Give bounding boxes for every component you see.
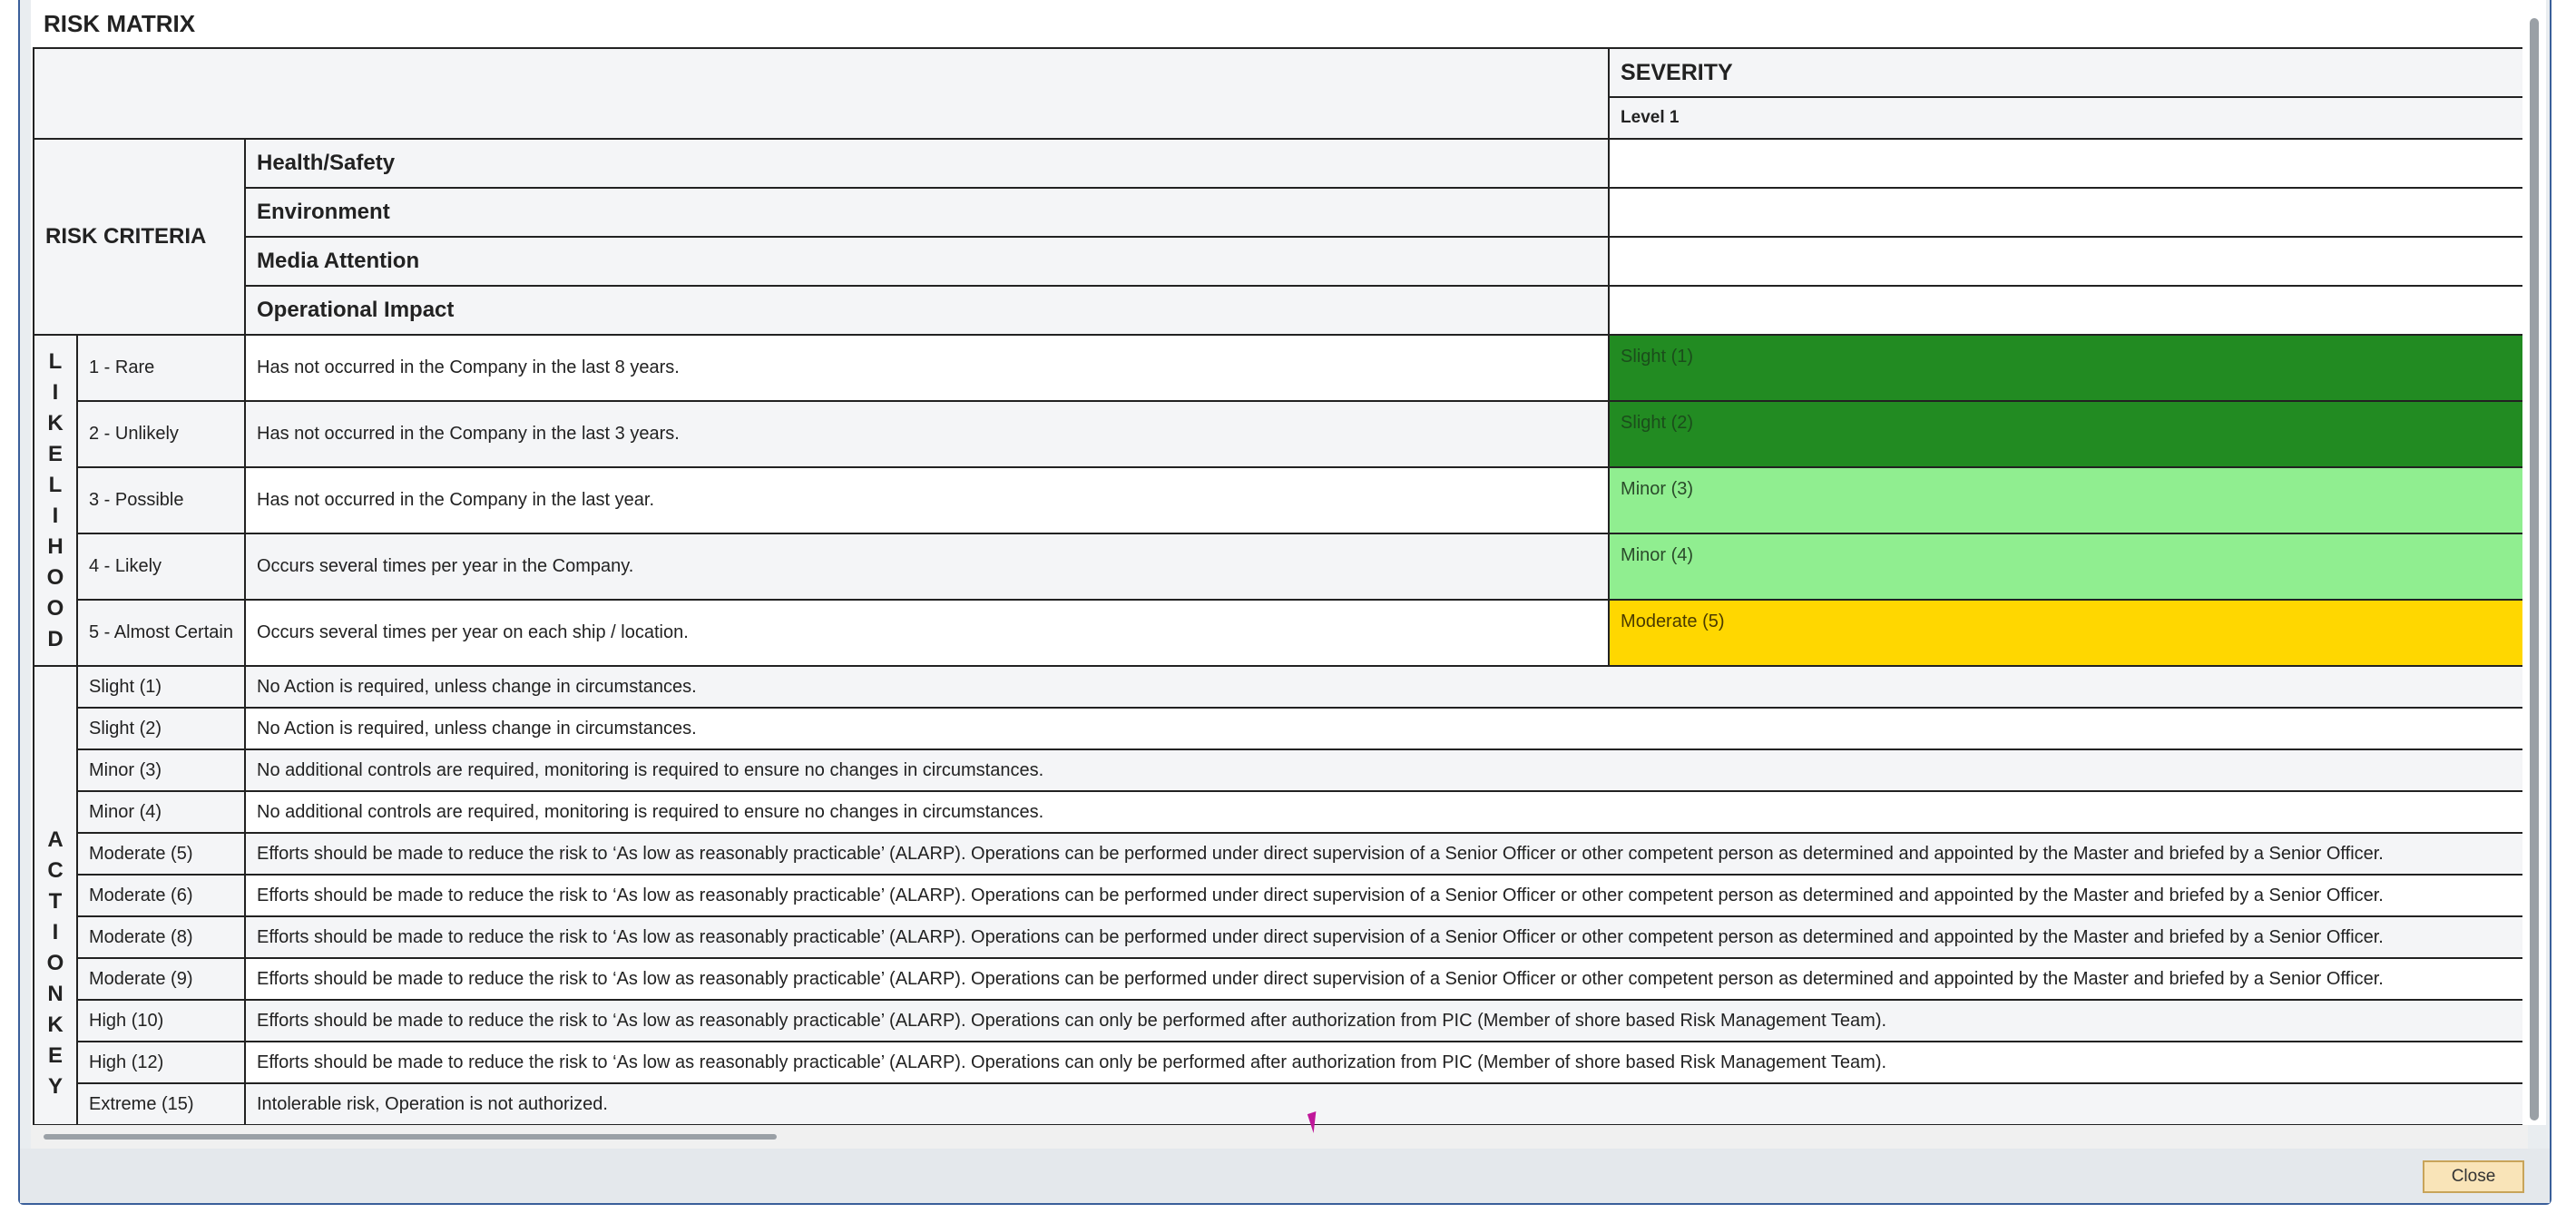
- action-description: Efforts should be made to reduce the ris…: [243, 957, 2528, 1001]
- likelihood-description: Has not occurred in the Company in the l…: [243, 400, 1611, 468]
- criteria-item: Operational Impact: [243, 285, 1611, 336]
- action-level: Slight (1): [76, 665, 246, 709]
- criteria-item: Health/Safety: [243, 138, 1611, 189]
- action-description: No Action is required, unless change in …: [243, 665, 2528, 709]
- risk-cell: Minor (4): [1608, 533, 2528, 601]
- action-key-vertical-text: ACTIONKEY: [46, 827, 64, 1099]
- action-description: No additional controls are required, mon…: [243, 790, 2528, 834]
- action-level: Moderate (6): [76, 874, 246, 917]
- action-key-label: ACTIONKEY: [33, 665, 78, 1125]
- action-description: Intolerable risk, Operation is not autho…: [243, 1082, 2528, 1125]
- risk-matrix-table: SEVERITY Level 1 RISK CRITERIA Health/Sa…: [32, 47, 2528, 1125]
- vertical-scrollbar[interactable]: [2522, 0, 2546, 1125]
- likelihood-level: 5 - Almost Certain: [76, 599, 246, 667]
- dialog-content: RISK MATRIX SEVERITY Level 1 RISK CRITER…: [31, 0, 2528, 1125]
- criteria-item: Environment: [243, 187, 1611, 238]
- likelihood-vertical-text: LIKELIHOOD: [46, 348, 64, 651]
- action-level: Moderate (9): [76, 957, 246, 1001]
- vertical-scrollbar-thumb[interactable]: [2530, 18, 2539, 1120]
- criteria-severity-cell: [1608, 285, 2528, 336]
- criteria-item: Media Attention: [243, 236, 1611, 287]
- likelihood-level: 1 - Rare: [76, 334, 246, 402]
- likelihood-label: LIKELIHOOD: [33, 334, 78, 667]
- dialog-footer: Close: [20, 1149, 2550, 1203]
- action-description: Efforts should be made to reduce the ris…: [243, 832, 2528, 876]
- risk-cell: Slight (2): [1608, 400, 2528, 468]
- severity-level: Level 1: [1608, 96, 2528, 140]
- horizontal-scrollbar[interactable]: [31, 1125, 2528, 1149]
- likelihood-description: Has not occurred in the Company in the l…: [243, 334, 1611, 402]
- likelihood-description: Has not occurred in the Company in the l…: [243, 466, 1611, 534]
- action-description: Efforts should be made to reduce the ris…: [243, 915, 2528, 959]
- criteria-severity-cell: [1608, 236, 2528, 287]
- horizontal-scrollbar-thumb[interactable]: [44, 1134, 777, 1140]
- criteria-severity-cell: [1608, 187, 2528, 238]
- action-level: High (12): [76, 1041, 246, 1084]
- action-level: Moderate (5): [76, 832, 246, 876]
- risk-matrix-dialog: RISK MATRIX SEVERITY Level 1 RISK CRITER…: [18, 0, 2552, 1205]
- severity-header: SEVERITY: [1608, 47, 2528, 98]
- action-level: Slight (2): [76, 707, 246, 750]
- action-level: High (10): [76, 999, 246, 1042]
- likelihood-description: Occurs several times per year in the Com…: [243, 533, 1611, 601]
- risk-cell: Moderate (5): [1608, 599, 2528, 667]
- risk-criteria-label: RISK CRITERIA: [33, 138, 246, 336]
- likelihood-level: 3 - Possible: [76, 466, 246, 534]
- risk-cell: Slight (1): [1608, 334, 2528, 402]
- action-description: Efforts should be made to reduce the ris…: [243, 1041, 2528, 1084]
- header-blank-cell: [32, 47, 1611, 140]
- action-description: No additional controls are required, mon…: [243, 748, 2528, 792]
- page-title: RISK MATRIX: [31, 0, 2528, 47]
- criteria-severity-cell: [1608, 138, 2528, 189]
- likelihood-description: Occurs several times per year on each sh…: [243, 599, 1611, 667]
- action-description: No Action is required, unless change in …: [243, 707, 2528, 750]
- action-level: Minor (3): [76, 748, 246, 792]
- likelihood-level: 2 - Unlikely: [76, 400, 246, 468]
- action-description: Efforts should be made to reduce the ris…: [243, 999, 2528, 1042]
- close-button[interactable]: Close: [2423, 1160, 2524, 1193]
- action-level: Extreme (15): [76, 1082, 246, 1125]
- action-description: Efforts should be made to reduce the ris…: [243, 874, 2528, 917]
- action-level: Moderate (8): [76, 915, 246, 959]
- likelihood-level: 4 - Likely: [76, 533, 246, 601]
- action-level: Minor (4): [76, 790, 246, 834]
- risk-cell: Minor (3): [1608, 466, 2528, 534]
